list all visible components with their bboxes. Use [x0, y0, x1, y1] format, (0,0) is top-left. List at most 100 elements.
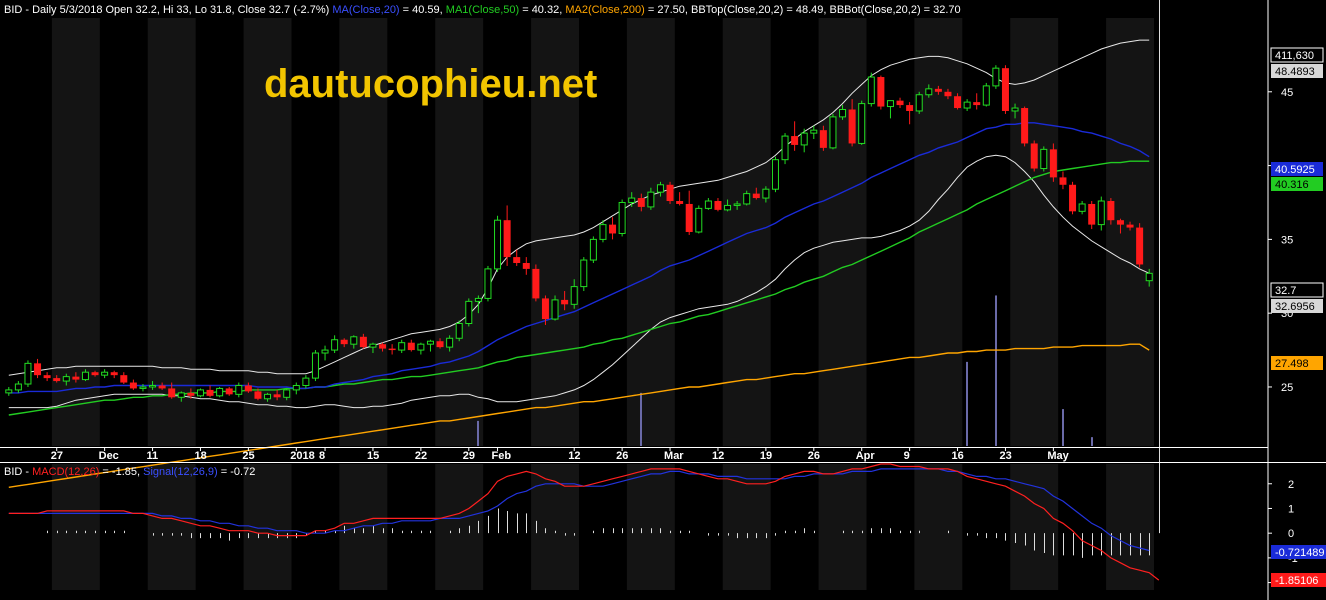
candle-body	[455, 323, 463, 339]
date-tick-label: 16	[952, 450, 964, 462]
candle-body	[273, 394, 281, 398]
volume-bar	[966, 361, 968, 446]
candle-body	[264, 393, 272, 400]
candle-body	[1145, 272, 1153, 282]
header-segment: = -1.85,	[99, 466, 143, 478]
date-tick-label: 19	[760, 450, 772, 462]
candle-body	[187, 392, 195, 396]
date-tick-label: 11	[147, 450, 159, 462]
week-band	[818, 464, 867, 590]
candle-body	[216, 387, 224, 397]
date-tick-label: 29	[463, 450, 475, 462]
candle-body	[168, 388, 176, 398]
value-tag-label-bb_bot: 32.6956	[1275, 301, 1315, 313]
candle-body	[465, 300, 473, 325]
candle-body	[417, 343, 425, 351]
candle-body	[1136, 227, 1144, 265]
candle-body	[24, 362, 32, 385]
volume-bar	[1062, 409, 1064, 446]
candle-body	[196, 389, 204, 397]
date-tick-label: 9	[904, 450, 910, 462]
candle-body	[771, 159, 779, 190]
header-segment: MA(Close,20)	[332, 4, 399, 16]
candle-body	[628, 197, 636, 203]
header-segment: MA1(Close,50)	[446, 4, 519, 16]
value-tag-label-volume: 411,630	[1275, 50, 1314, 62]
candle-body	[1001, 68, 1009, 111]
candle-body	[915, 94, 923, 112]
value-tag-label-macd: -1.85106	[1275, 575, 1318, 587]
header-segment: BID - Daily 5/3/2018 Open 32.2, Hi 33, L…	[4, 4, 332, 16]
macd-tick-label: 0	[1288, 528, 1294, 540]
candle-body	[331, 339, 339, 351]
candle-body	[350, 336, 358, 345]
volume-bar	[995, 295, 997, 446]
week-band	[626, 18, 675, 446]
volume-bar	[1091, 437, 1093, 446]
candle-body	[906, 105, 914, 111]
candle-body	[225, 388, 233, 395]
candle-body	[43, 375, 51, 379]
candle-body	[283, 389, 291, 398]
candle-body	[177, 392, 185, 398]
candle-body	[982, 85, 990, 106]
candle-body	[666, 184, 674, 202]
candle-body	[494, 219, 502, 270]
candle-body	[886, 100, 894, 108]
candle-body	[321, 349, 329, 354]
candle-body	[800, 132, 808, 146]
price-tick-label: 35	[1281, 234, 1293, 246]
candle-body	[254, 391, 262, 399]
candle-body	[695, 207, 703, 233]
candle-body	[436, 341, 444, 348]
value-tag-label-ma200: 27.498	[1275, 358, 1309, 370]
date-tick-label: Dec	[99, 450, 119, 462]
header-segment: MACD(12,26)	[32, 466, 99, 478]
header-segment: = 40.32,	[519, 4, 565, 16]
candle-body	[158, 385, 166, 389]
header-segment: BID -	[4, 466, 32, 478]
candle-body	[474, 297, 482, 302]
candle-body	[819, 130, 827, 148]
candle-body	[676, 201, 684, 204]
date-tick-label: 22	[415, 450, 427, 462]
date-tick-label: 2018	[290, 450, 314, 462]
candle-body	[1040, 148, 1048, 170]
volume-bar	[477, 420, 479, 446]
candle-body	[973, 102, 981, 106]
candle-body	[407, 342, 415, 351]
week-band	[339, 464, 388, 590]
candle-body	[14, 383, 22, 391]
candle-body	[781, 135, 789, 161]
candle-body	[589, 238, 597, 261]
candle-body	[551, 299, 559, 320]
candle-body	[81, 371, 89, 381]
candle-body	[656, 184, 664, 193]
candle-body	[1107, 201, 1115, 221]
candle-body	[120, 375, 128, 383]
date-tick-label: 12	[568, 450, 580, 462]
week-band	[51, 464, 100, 590]
candle-body	[618, 201, 626, 234]
candle-body	[484, 268, 492, 299]
candle-body	[791, 136, 799, 145]
candle-body	[944, 91, 952, 97]
candle-body	[896, 100, 904, 106]
candle-body	[858, 103, 866, 144]
candle-body	[925, 88, 933, 96]
candle-body	[714, 201, 722, 210]
week-band	[626, 464, 675, 590]
candle-body	[1088, 203, 1096, 225]
header-segment: = 27.50, BBTop(Close,20,2) = 48.49, BBBo…	[645, 4, 961, 16]
week-band	[531, 464, 579, 590]
week-band	[1106, 464, 1154, 590]
price-tick-label: 25	[1281, 382, 1293, 394]
candle-body	[292, 384, 300, 391]
header-segment: = 40.59,	[400, 4, 446, 16]
candle-body	[541, 298, 549, 320]
volume-bar	[640, 392, 642, 446]
candle-body	[561, 299, 569, 305]
stock-chart: 2530354045210-1-227Dec11182520188152229F…	[0, 0, 1326, 600]
candle-body	[570, 286, 578, 305]
candle-body	[359, 336, 367, 348]
